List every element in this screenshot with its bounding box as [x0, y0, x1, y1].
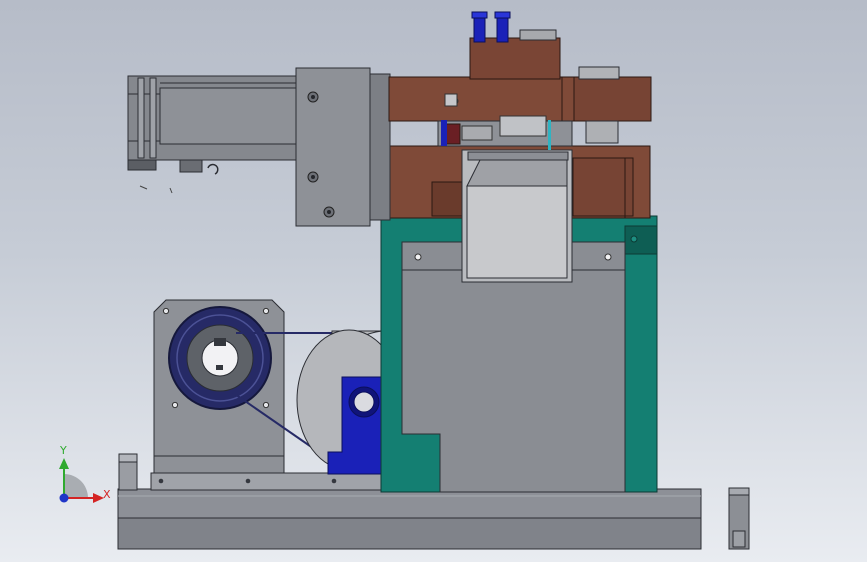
lower-rail — [150, 472, 384, 491]
upper-punch-die — [388, 37, 652, 150]
left-foot — [118, 453, 138, 491]
servo-motor — [127, 75, 297, 194]
scrap-chute — [461, 149, 573, 283]
cad-viewport[interactable]: Y X — [0, 0, 867, 562]
gear-pulley — [168, 306, 272, 410]
triad-plane — [64, 474, 88, 498]
coordinate-triad: Y X — [59, 444, 111, 503]
y-arrow — [59, 458, 69, 469]
base-plate — [117, 488, 702, 550]
motor-mount-plate — [295, 67, 391, 227]
z-axis-dot — [59, 493, 69, 503]
right-foot — [728, 487, 750, 550]
x-axis-label: X — [103, 488, 111, 501]
y-axis-label: Y — [59, 444, 67, 457]
